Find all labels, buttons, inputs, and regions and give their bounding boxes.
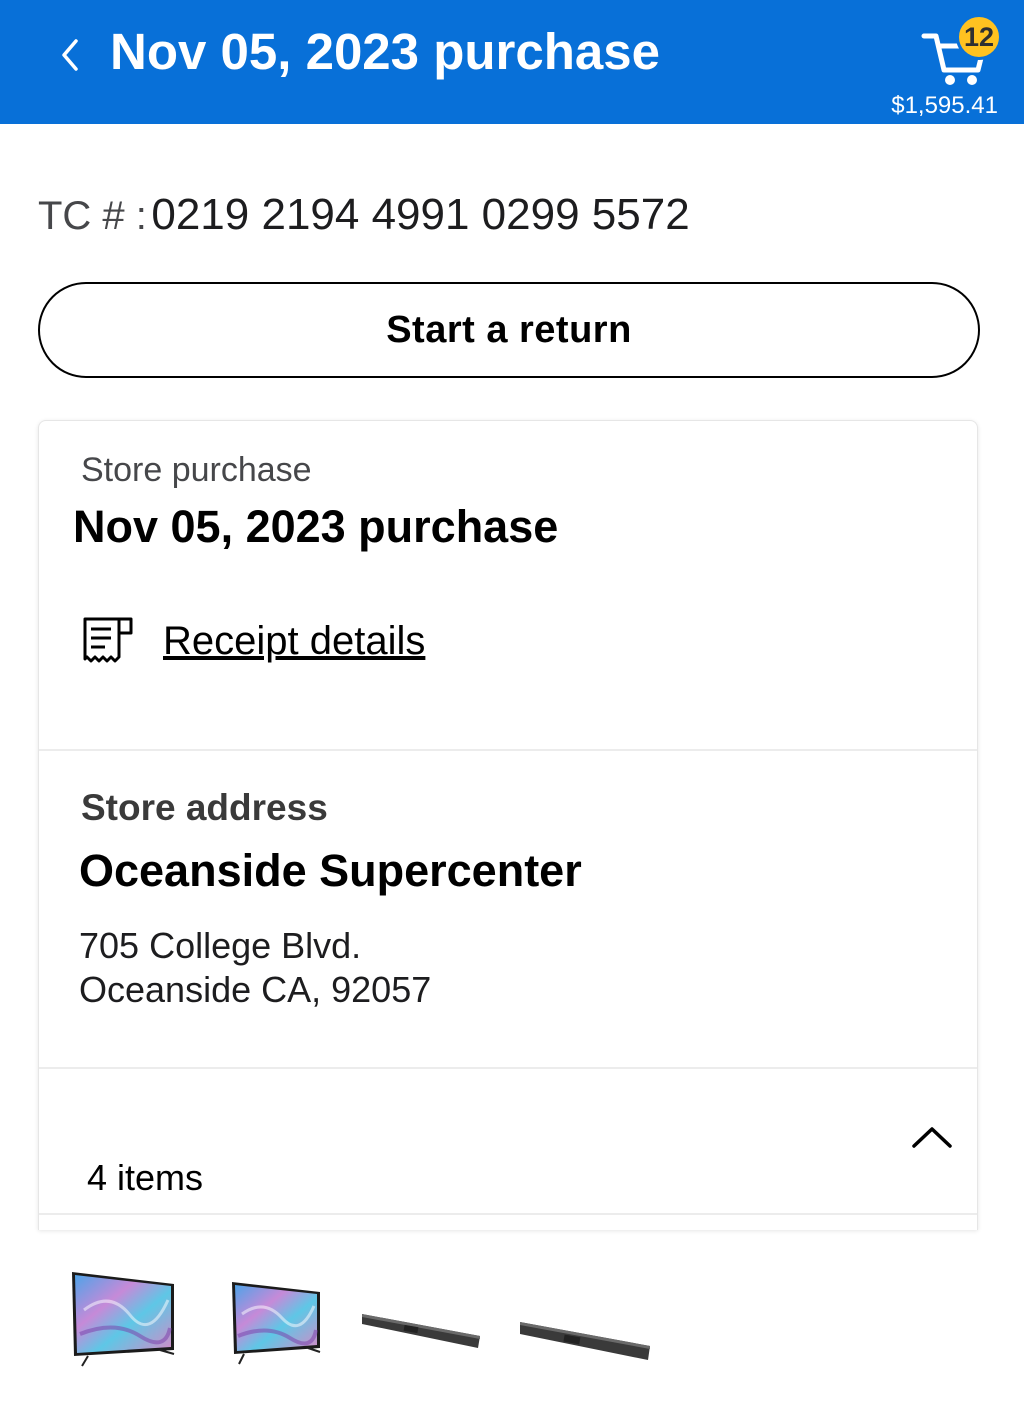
soundbar-icon bbox=[362, 1314, 480, 1348]
tc-value: 0219 2194 4991 0299 5572 bbox=[151, 190, 690, 239]
item-thumbnail-soundbar[interactable] bbox=[518, 1316, 654, 1371]
app-header: Nov 05, 2023 purchase 12 $1,595.41 bbox=[0, 0, 1024, 124]
store-name: Oceanside Supercenter bbox=[79, 845, 582, 896]
section-divider bbox=[39, 749, 977, 751]
receipt-icon bbox=[83, 617, 133, 663]
chevron-up-icon bbox=[912, 1127, 952, 1148]
store-address-line1: 705 College Blvd. bbox=[79, 925, 362, 966]
header-title: Nov 05, 2023 purchase bbox=[110, 23, 660, 80]
purchase-title: Nov 05, 2023 purchase bbox=[73, 501, 559, 552]
section-divider bbox=[39, 1067, 977, 1069]
receipt-details-link[interactable]: Receipt details bbox=[81, 611, 425, 671]
collapse-items-button[interactable] bbox=[907, 1117, 957, 1157]
section-divider bbox=[39, 1213, 977, 1215]
item-thumbnail-soundbar[interactable] bbox=[360, 1308, 484, 1359]
item-thumbnails bbox=[60, 1262, 680, 1382]
cart-total: $1,595.41 bbox=[891, 92, 998, 119]
item-thumbnail-tv[interactable] bbox=[70, 1270, 180, 1375]
cart-count-badge: 12 bbox=[956, 14, 1002, 60]
purchase-details-page: Nov 05, 2023 purchase 12 $1,595.41 TC # … bbox=[0, 0, 1024, 1421]
purchase-type-label: Store purchase bbox=[81, 451, 312, 489]
transaction-number: TC # : 0219 2194 4991 0299 5572 bbox=[38, 190, 690, 240]
store-address-line2: Oceanside CA, 92057 bbox=[79, 969, 432, 1010]
back-button[interactable] bbox=[52, 30, 88, 80]
items-count: 4 items bbox=[87, 1157, 204, 1198]
start-return-button[interactable]: Start a return bbox=[38, 282, 980, 378]
purchase-card: Store purchase Nov 05, 2023 purchase Rec… bbox=[38, 420, 978, 1230]
receipt-details-label[interactable]: Receipt details bbox=[163, 619, 425, 664]
tv-icon bbox=[232, 1282, 321, 1365]
chevron-left-icon bbox=[62, 39, 78, 71]
tv-icon bbox=[72, 1272, 175, 1367]
item-thumbnail-tv[interactable] bbox=[230, 1280, 326, 1371]
store-address-label: Store address bbox=[81, 787, 328, 828]
soundbar-icon bbox=[520, 1322, 650, 1360]
tc-label: TC # : bbox=[38, 194, 147, 238]
